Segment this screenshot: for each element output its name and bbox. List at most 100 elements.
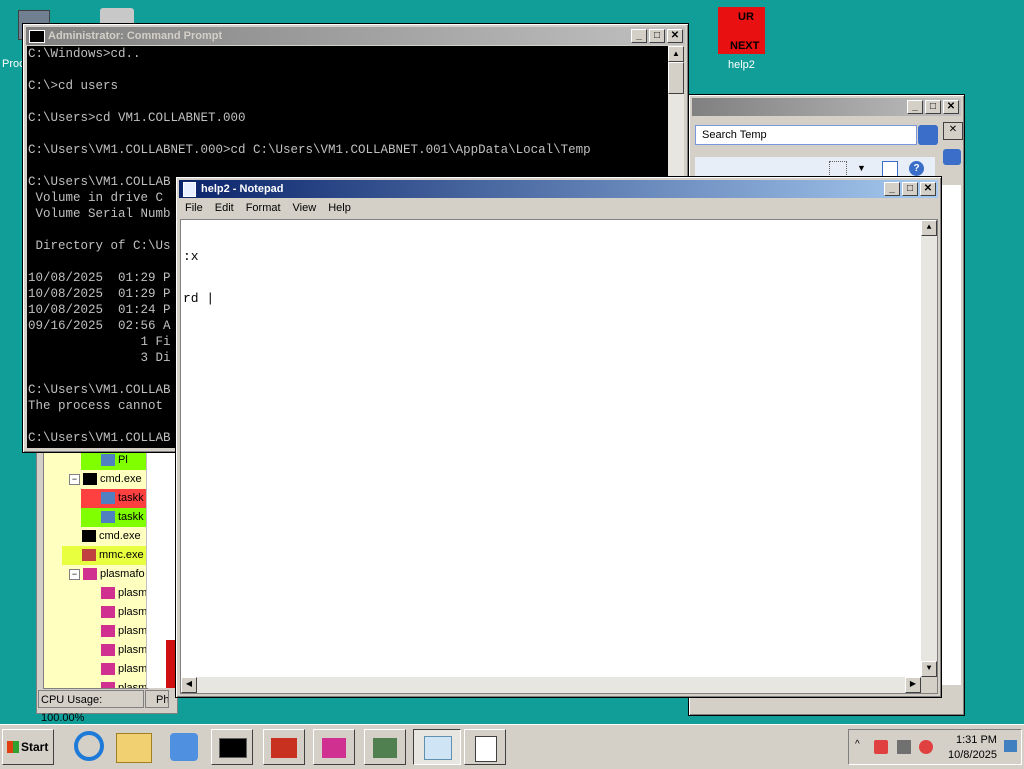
process-row-content: plasm [101, 622, 147, 641]
window-icon [101, 492, 115, 505]
media-player-icon[interactable] [170, 733, 198, 761]
help-icon[interactable]: ? [909, 161, 924, 176]
maximize-button[interactable]: □ [902, 182, 918, 196]
scroll-right-button[interactable]: ▶ [905, 677, 921, 693]
tree-expander[interactable]: − [69, 473, 80, 485]
menu-file[interactable]: File [179, 199, 209, 217]
text-editor[interactable]: :x rd | ▲ ▼ ◀ ▶ [180, 219, 938, 694]
process-row-content: plasm [101, 603, 147, 622]
search-box[interactable]: Search Temp [695, 125, 917, 145]
scroll-left-button[interactable]: ◀ [181, 677, 197, 693]
notepad-vscroll[interactable]: ▲ ▼ [921, 220, 937, 677]
process-row[interactable]: plasm [44, 679, 147, 688]
process-row-content: taskk [101, 489, 144, 508]
process-row-content: plasm [101, 679, 147, 688]
menu-edit[interactable]: Edit [209, 199, 240, 217]
cmd-icon [82, 530, 96, 543]
minimize-button[interactable]: _ [884, 182, 900, 196]
scroll-down-button[interactable]: ▼ [921, 661, 937, 677]
scroll-up-button[interactable]: ▲ [921, 220, 937, 236]
console-line: C:\>cd users [28, 79, 119, 93]
process-row[interactable]: taskk [44, 508, 147, 527]
taskbar-network[interactable] [364, 729, 406, 765]
process-name: plasm [118, 625, 148, 637]
process-name: plasm [118, 587, 148, 599]
scroll-up-button[interactable]: ▲ [668, 46, 684, 62]
notepad-icon [424, 736, 452, 760]
process-row[interactable]: plasm [44, 660, 147, 679]
notepad-hscroll[interactable]: ◀ ▶ [181, 677, 921, 693]
plasma-icon [101, 644, 115, 657]
plasma-icon [322, 738, 346, 758]
clock-time[interactable]: 1:31 PM [956, 734, 997, 746]
process-row[interactable]: plasm [44, 641, 147, 660]
preview-pane-icon[interactable] [882, 161, 898, 177]
process-row-content: − plasmafo [69, 565, 145, 584]
editor-line: :x [183, 249, 199, 264]
explorer-titlebar: _ □ ✕ [692, 98, 961, 116]
resize-grip[interactable] [921, 677, 937, 693]
taskbar-cmd[interactable] [211, 729, 253, 765]
close-button[interactable]: ✕ [943, 100, 959, 114]
search-icon[interactable] [918, 125, 938, 145]
close-icon-secondary[interactable]: ✕ [943, 122, 963, 140]
process-name: taskk [118, 492, 144, 504]
process-row-content: plasm [101, 584, 147, 603]
show-hidden-icons[interactable]: ^ [855, 739, 860, 750]
process-row[interactable]: cmd.exe [44, 527, 147, 546]
tree-expander[interactable]: − [69, 568, 80, 580]
action-center-icon[interactable] [874, 740, 888, 754]
menu-view[interactable]: View [287, 199, 323, 217]
desktop-icon-help2[interactable]: UR NEXT help2 [715, 7, 767, 77]
minimize-button[interactable]: _ [631, 29, 647, 43]
close-button[interactable]: ✕ [667, 29, 683, 43]
process-row[interactable]: − plasmafo [44, 565, 147, 584]
menu-help[interactable]: Help [322, 199, 357, 217]
maximize-button[interactable]: □ [649, 29, 665, 43]
volume-icon[interactable] [919, 740, 933, 754]
windows-logo-icon [7, 741, 19, 753]
process-row[interactable]: mmc.exe [44, 546, 147, 565]
process-tree[interactable]: Pl − cmd.exe taskk taskk cmd.exe mmc.exe − plasm… [43, 450, 148, 689]
minimize-button[interactable]: _ [907, 100, 923, 114]
start-button[interactable]: Start [2, 729, 54, 765]
close-button[interactable]: ✕ [920, 182, 936, 196]
plasma-icon [101, 682, 115, 688]
menu-bar: File Edit Format View Help [179, 199, 938, 217]
clock-date[interactable]: 10/8/2025 [948, 749, 997, 761]
process-row[interactable]: − cmd.exe [44, 470, 147, 489]
taskbar-notepad[interactable] [413, 729, 461, 765]
maximize-button[interactable]: □ [925, 100, 941, 114]
process-row[interactable]: plasm [44, 584, 147, 603]
plasma-icon [101, 625, 115, 638]
menu-format[interactable]: Format [240, 199, 287, 217]
ie-icon[interactable] [74, 731, 104, 761]
scroll-thumb[interactable] [668, 62, 684, 94]
show-desktop-icon[interactable] [1004, 740, 1017, 752]
folder-icon[interactable] [116, 733, 152, 763]
notepad-window: help2 - Notepad _ □ ✕ File Edit Format View… [175, 176, 942, 698]
process-row[interactable]: plasm [44, 622, 147, 641]
taskbar: Start ^ 1:31 PM 10/8/2025 [0, 724, 1024, 769]
process-row[interactable]: Pl [44, 451, 147, 470]
taskbar-console[interactable] [464, 729, 506, 765]
badge-bottom-text: NEXT [730, 40, 760, 52]
process-row[interactable]: taskk [44, 489, 147, 508]
process-row-content: cmd.exe [82, 527, 141, 546]
process-name: plasmafo [100, 568, 145, 580]
taskbar-toolbox[interactable] [263, 729, 305, 765]
console-icon [475, 736, 497, 762]
process-row[interactable]: plasm [44, 603, 147, 622]
search-input[interactable]: Search Temp [702, 129, 767, 141]
taskbar-plasma[interactable] [313, 729, 355, 765]
process-name: Pl [118, 454, 128, 466]
process-name: cmd.exe [99, 530, 141, 542]
console-line: C:\Users\VM1.COLLABNET.000>cd C:\Users\V… [28, 143, 591, 157]
help-icon-secondary[interactable] [943, 149, 961, 165]
network-tray-icon[interactable] [897, 740, 911, 754]
views-icon[interactable] [829, 161, 847, 177]
chevron-down-icon[interactable]: ▼ [857, 163, 866, 173]
